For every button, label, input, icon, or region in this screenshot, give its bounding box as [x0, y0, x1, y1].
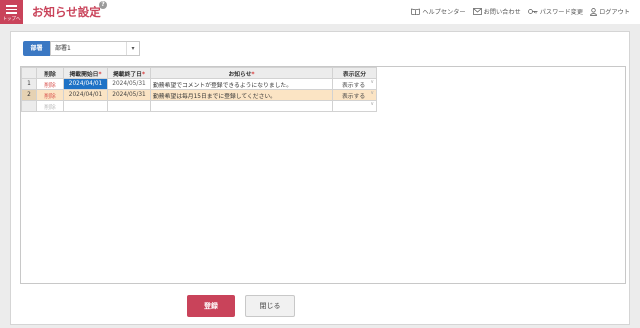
logout-link[interactable]: ログアウト: [590, 7, 630, 16]
display-value: 表示する: [342, 82, 366, 89]
chevron-down-icon: ▾: [126, 42, 139, 55]
close-button[interactable]: 閉じる: [245, 295, 295, 317]
table-row[interactable]: 2 削除 2024/04/01 2024/05/31 勤務希望は毎月15日までに…: [21, 89, 377, 101]
menu-button-label: トップへ: [2, 17, 21, 22]
mail-icon: [472, 8, 482, 15]
display-select[interactable]: ∨: [332, 100, 377, 112]
table-header-row: 削除 掲載開始日* 掲載終了日* お知らせ* 表示区分: [21, 67, 377, 79]
delete-link[interactable]: 削除: [36, 78, 64, 90]
main-panel: 部署 部署1 ▾ 削除 掲載開始日* 掲載終了日* お知らせ* 表示区分 1 削…: [10, 31, 630, 325]
end-date-cell[interactable]: [107, 100, 151, 112]
display-select[interactable]: 表示する ∨: [332, 78, 377, 90]
chevron-down-icon: ∨: [370, 101, 374, 108]
required-mark: *: [251, 71, 255, 78]
header-delete: 削除: [36, 67, 64, 79]
menu-button[interactable]: トップへ: [0, 0, 23, 24]
hamburger-icon: [6, 5, 17, 16]
notice-cell[interactable]: [150, 100, 333, 112]
header-rownum: [21, 67, 37, 79]
required-mark: *: [98, 71, 102, 78]
contact-label: お問い合わせ: [483, 9, 521, 16]
table-row-new[interactable]: 削除 ∨: [21, 100, 377, 112]
header-start-date: 掲載開始日*: [63, 67, 108, 79]
delete-link[interactable]: 削除: [36, 89, 64, 101]
header-end-date: 掲載終了日*: [107, 67, 151, 79]
submit-button[interactable]: 登録: [187, 295, 235, 317]
header-display: 表示区分: [332, 67, 377, 79]
contact-link[interactable]: お問い合わせ: [472, 7, 521, 16]
header-bar: トップへ お知らせ設定 ? ヘルプセンター お問い合わせ パスワード変更 ログア…: [0, 0, 640, 24]
user-icon: [590, 7, 597, 16]
end-date-cell[interactable]: 2024/05/31: [107, 89, 151, 101]
table-row[interactable]: 1 削除 2024/04/01 2024/05/31 勤務希望でコメントが登録で…: [21, 78, 377, 90]
row-number: 1: [21, 78, 37, 90]
department-select[interactable]: 部署1 ▾: [50, 41, 140, 56]
book-icon: [411, 8, 421, 15]
start-date-cell[interactable]: [63, 100, 108, 112]
end-date-cell[interactable]: 2024/05/31: [107, 78, 151, 90]
notice-cell[interactable]: 勤務希望でコメントが登録できるようになりました。: [150, 78, 333, 90]
display-select[interactable]: 表示する ∨: [332, 89, 377, 101]
help-icon[interactable]: ?: [99, 1, 107, 9]
row-number: [21, 100, 37, 112]
help-center-label: ヘルプセンター: [422, 9, 466, 16]
required-mark: *: [141, 71, 146, 78]
notice-table: 削除 掲載開始日* 掲載終了日* お知らせ* 表示区分 1 削除 2024/04…: [21, 67, 377, 112]
header-notice: お知らせ*: [150, 67, 333, 79]
delete-link[interactable]: 削除: [36, 100, 64, 112]
notice-cell[interactable]: 勤務希望は毎月15日までに登録してください。: [150, 89, 333, 101]
start-date-cell[interactable]: 2024/04/01: [63, 78, 108, 90]
header-links: ヘルプセンター お問い合わせ パスワード変更 ログアウト: [411, 7, 630, 16]
password-label: パスワード変更: [539, 9, 584, 16]
key-icon: [527, 9, 538, 14]
chevron-down-icon: ∨: [370, 79, 374, 86]
department-value: 部署1: [55, 45, 71, 52]
logout-label: ログアウト: [599, 9, 630, 16]
start-date-cell[interactable]: 2024/04/01: [63, 89, 108, 101]
page-title: お知らせ設定: [32, 5, 101, 19]
help-center-link[interactable]: ヘルプセンター: [411, 7, 466, 16]
display-value: 表示する: [342, 93, 366, 100]
notice-grid: 削除 掲載開始日* 掲載終了日* お知らせ* 表示区分 1 削除 2024/04…: [20, 66, 626, 284]
password-link[interactable]: パスワード変更: [527, 7, 584, 16]
department-label: 部署: [23, 41, 50, 56]
row-number: 2: [21, 89, 37, 101]
chevron-down-icon: ∨: [370, 90, 374, 97]
